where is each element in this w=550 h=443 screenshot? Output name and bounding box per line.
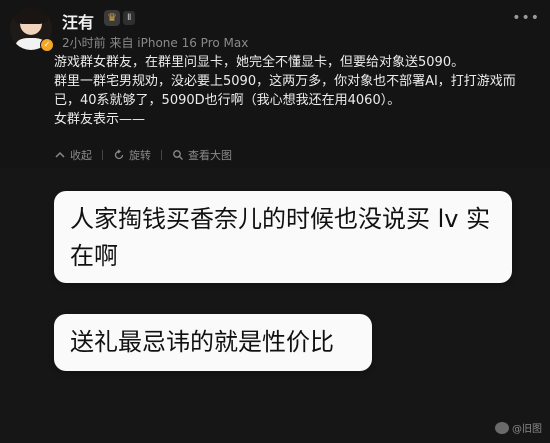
post-image[interactable]: 人家掏钱买香奈儿的时候也没说买 lv 实在啊 送礼最忌讳的就是性价比 @旧图: [0, 168, 550, 443]
watermark-text: @旧图: [512, 424, 542, 435]
divider: [102, 150, 103, 160]
watermark: @旧图: [495, 420, 542, 435]
chat-bubble-text: 人家掏钱买香奈儿的时候也没说买 lv 实在啊: [70, 205, 491, 270]
verified-badge-icon: ✓: [40, 38, 54, 52]
post-line: 女群友表示——: [54, 112, 146, 127]
username[interactable]: 汪有: [62, 9, 94, 33]
post-meta: 2小时前 来自 iPhone 16 Pro Max: [62, 36, 249, 50]
post-header: ✓ 汪有 ♛ Ⅱ 2小时前 来自 iPhone 16 Pro Max •••: [8, 6, 542, 52]
chat-bubble: 人家掏钱买香奈儿的时候也没说买 lv 实在啊: [54, 191, 512, 283]
vip-level-badge: Ⅱ: [123, 11, 136, 25]
post-body: 游戏群女群友，在群里问显卡，她完全不懂显卡，但要给对象送5090。 群里一群宅男…: [54, 53, 534, 129]
view-large-button[interactable]: 查看大图: [172, 147, 232, 163]
collapse-label: 收起: [70, 149, 92, 162]
view-large-label: 查看大图: [188, 149, 232, 162]
collapse-button[interactable]: 收起: [54, 147, 92, 163]
collapse-icon: [55, 151, 65, 158]
avatar-hair: [14, 8, 48, 24]
post-line: 游戏群女群友，在群里问显卡，她完全不懂显卡，但要给对象送5090。: [54, 55, 465, 70]
divider: [161, 150, 162, 160]
rotate-button[interactable]: 旋转: [113, 147, 151, 163]
rotate-label: 旋转: [129, 149, 151, 162]
chat-bubble-text: 送礼最忌讳的就是性价比: [70, 328, 334, 356]
chat-bubble: 送礼最忌讳的就是性价比: [54, 314, 372, 371]
post-line: 群里一群宅男规劝，没必要上5090，这两万多，你对象也不部署AI，打打游戏而已，…: [54, 74, 516, 108]
magnify-icon: [173, 150, 183, 160]
image-action-bar: 收起 旋转 查看大图: [54, 146, 242, 164]
more-options-icon[interactable]: •••: [512, 10, 540, 26]
rotate-icon: [114, 149, 124, 160]
level-crown-icon: ♛: [104, 10, 120, 26]
weibo-logo-icon: [495, 421, 509, 434]
